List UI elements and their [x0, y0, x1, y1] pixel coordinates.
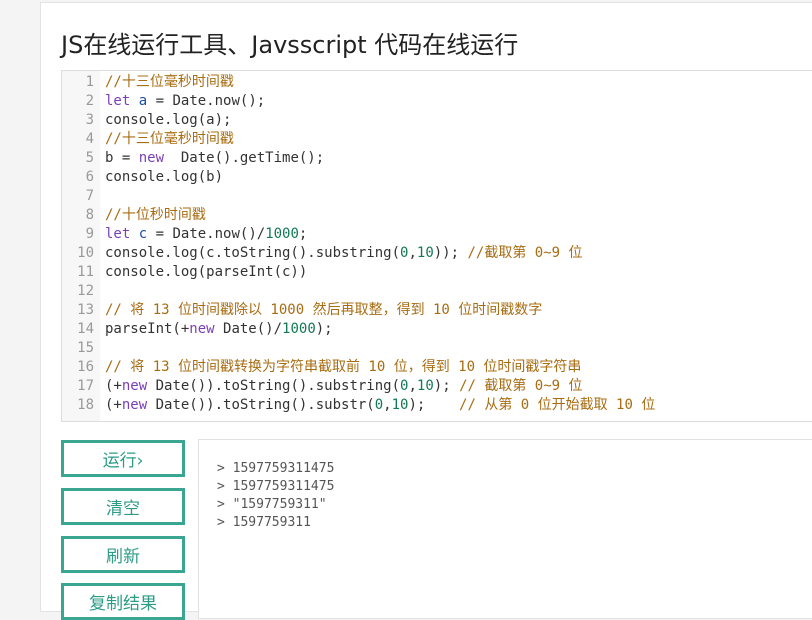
- line-number: 8: [85, 207, 94, 223]
- code-line: parseInt(+new Date()/1000);: [105, 320, 333, 339]
- page-title: JS在线运行工具、Javsscript 代码在线运行: [61, 31, 519, 59]
- code-token: console.log(c.toString().substring(: [105, 245, 401, 261]
- code-token: ));: [433, 245, 468, 261]
- code-line: b = new Date().getTime();: [105, 149, 324, 168]
- code-token: let: [105, 93, 131, 109]
- code-line: console.log(c.toString().substring(0,10)…: [105, 244, 582, 263]
- code-line: (+new Date()).toString().substr(0,10); /…: [105, 396, 655, 415]
- output-line: > "1597759311": [217, 497, 327, 512]
- line-number: 1: [85, 74, 94, 90]
- code-token: console.log(b): [105, 169, 224, 185]
- line-number: 3: [85, 112, 94, 128]
- code-line: console.log(a);: [105, 111, 231, 130]
- code-token: = Date.now()/: [147, 226, 266, 242]
- code-token: = Date.now();: [147, 93, 266, 109]
- code-token: );: [315, 321, 333, 337]
- code-token: a: [138, 93, 148, 109]
- code-token: );: [408, 397, 460, 413]
- code-token: new: [138, 150, 165, 166]
- code-token: //十三位毫秒时间戳: [105, 74, 234, 90]
- code-token: console.log(a);: [105, 112, 232, 128]
- clear-button[interactable]: 清空: [61, 488, 185, 525]
- output-line: > 1597759311: [217, 515, 311, 530]
- code-line: (+new Date()).toString().substring(0,10)…: [105, 377, 583, 396]
- line-number: 5: [85, 150, 94, 166]
- code-token: // 截取第 0~9 位: [459, 378, 583, 394]
- code-token: ;: [298, 226, 308, 242]
- code-token: 10: [416, 245, 434, 261]
- line-number: 16: [77, 359, 94, 375]
- line-number: 2: [85, 93, 94, 109]
- code-token: (+: [105, 378, 122, 394]
- code-line: // 将 13 位时间戳转换为字符串截取前 10 位，得到 10 位时间戳字符串: [105, 358, 581, 377]
- code-token: //截取第 0~9 位: [467, 245, 583, 261]
- code-token: // 从第 0 位开始截取 10 位: [459, 397, 656, 413]
- code-token: parseInt(+: [105, 321, 190, 337]
- line-number: 11: [77, 264, 94, 280]
- code-line: let a = Date.now();: [105, 92, 265, 111]
- code-token: 10: [391, 397, 409, 413]
- refresh-button[interactable]: 刷新: [61, 536, 185, 573]
- output-line: > 1597759311475: [217, 461, 335, 476]
- code-token: 1000: [265, 226, 299, 242]
- code-token: 0: [374, 397, 384, 413]
- code-token: 10: [416, 378, 434, 394]
- code-token: // 将 13 位时间戳转换为字符串截取前 10 位，得到 10 位时间戳字符串: [105, 359, 582, 375]
- code-token: Date()).toString().substr(: [147, 397, 375, 413]
- line-number: 14: [77, 321, 94, 337]
- code-token: //十位秒时间戳: [105, 207, 206, 223]
- line-number-gutter: 1 2 3 4 5 6 7 8 9 10 11 12 13 14 15 16 17 18: [62, 71, 101, 421]
- code-token: let: [105, 226, 131, 242]
- output-line: > 1597759311475: [217, 479, 335, 494]
- line-number: 6: [85, 169, 94, 185]
- line-number: 10: [77, 245, 94, 261]
- line-number: 17: [77, 378, 94, 394]
- output-console: > 1597759311475 > 1597759311475 > "1597759…: [198, 439, 812, 619]
- code-token: ,: [408, 245, 417, 261]
- code-token: b =: [105, 150, 139, 166]
- line-number: 9: [85, 226, 94, 242]
- code-token: Date().getTime();: [164, 150, 325, 166]
- code-token: (+: [105, 397, 122, 413]
- line-number: 18: [77, 397, 94, 413]
- code-token: // 将 13 位时间戳除以 1000 然后再取整，得到 10 位时间戳数字: [105, 302, 543, 318]
- code-token: new: [189, 321, 215, 337]
- code-token: );: [433, 378, 460, 394]
- code-token: Date()).toString().substring(: [147, 378, 401, 394]
- line-number: 13: [77, 302, 94, 318]
- tool-card: JS在线运行工具、Javsscript 代码在线运行 1 2 3 4 5 6 7 8 9 10 11…: [40, 2, 812, 620]
- code-area[interactable]: //十三位毫秒时间戳 let a = Date.now(); console.log…: [100, 71, 812, 421]
- code-token: Date()/: [214, 321, 283, 337]
- code-token: console.log(parseInt(c)): [105, 264, 308, 280]
- code-line: console.log(b): [105, 168, 223, 187]
- code-token: new: [121, 397, 148, 413]
- code-line: // 将 13 位时间戳除以 1000 然后再取整，得到 10 位时间戳数字: [105, 301, 542, 320]
- line-number: 15: [77, 340, 94, 356]
- code-token: c: [138, 226, 148, 242]
- code-line: console.log(parseInt(c)): [105, 263, 307, 282]
- code-token: new: [121, 378, 148, 394]
- code-token: ,: [383, 397, 392, 413]
- line-number: 12: [77, 283, 94, 299]
- code-token: 1000: [282, 321, 316, 337]
- code-line: //十位秒时间戳: [105, 206, 206, 225]
- code-line: //十三位毫秒时间戳: [105, 73, 234, 92]
- line-number: 4: [85, 131, 94, 147]
- code-line: //十三位毫秒时间戳: [105, 130, 234, 149]
- run-button[interactable]: 运行›: [61, 440, 185, 477]
- code-editor[interactable]: 1 2 3 4 5 6 7 8 9 10 11 12 13 14 15 16 17 18 //十三位毫秒时间戳 le…: [61, 70, 812, 422]
- line-number: 7: [85, 188, 94, 204]
- code-token: //十三位毫秒时间戳: [105, 131, 234, 147]
- code-line: let c = Date.now()/1000;: [105, 225, 307, 244]
- code-token: ,: [408, 378, 417, 394]
